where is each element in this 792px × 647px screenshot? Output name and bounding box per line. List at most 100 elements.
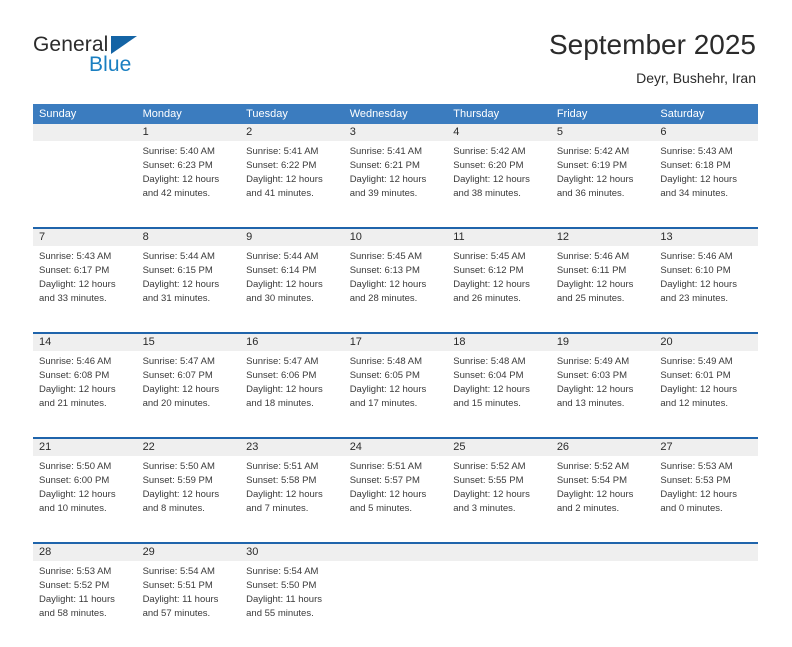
day-detail-lines: Sunrise: 5:52 AM Sunset: 5:54 PM Daylight:…	[551, 456, 655, 516]
day-detail-line: and 28 minutes.	[349, 293, 418, 304]
day-number[interactable]: 29	[137, 544, 241, 561]
calendar-day-cell[interactable]: Sunrise: 5:54 AM Sunset: 5:50 PM Daylight:…	[240, 561, 344, 647]
day-number[interactable]: 23	[240, 439, 344, 456]
day-number[interactable]: 8	[137, 229, 241, 246]
logo-text-blue: Blue	[89, 53, 132, 76]
weekday-header-friday: Friday	[556, 108, 588, 120]
day-number[interactable]: 1	[137, 124, 241, 141]
day-number[interactable]: 2	[240, 124, 344, 141]
day-detail-line: Sunset: 6:05 PM	[349, 370, 420, 381]
calendar-day-cell[interactable]: Sunrise: 5:50 AM Sunset: 5:59 PM Daylight:…	[137, 456, 241, 542]
day-number[interactable]: 21	[33, 439, 137, 456]
calendar-day-cell[interactable]: Sunrise: 5:42 AM Sunset: 6:20 PM Daylight:…	[447, 141, 551, 227]
day-detail-line: Sunrise: 5:43 AM	[660, 146, 733, 157]
day-detail-line: and 33 minutes.	[39, 293, 107, 304]
calendar-day-cell[interactable]: Sunrise: 5:50 AM Sunset: 6:00 PM Daylight:…	[33, 456, 137, 542]
day-number[interactable]: 7	[33, 229, 137, 246]
day-detail-line: and 26 minutes.	[453, 293, 521, 304]
calendar-day-cell[interactable]: Sunrise: 5:46 AM Sunset: 6:11 PM Daylight:…	[551, 246, 655, 332]
calendar-day-cell[interactable]: Sunrise: 5:47 AM Sunset: 6:07 PM Daylight:…	[137, 351, 241, 437]
day-detail-lines: Sunrise: 5:43 AM Sunset: 6:18 PM Daylight:…	[654, 141, 758, 201]
calendar-day-cell[interactable]: Sunrise: 5:54 AM Sunset: 5:51 PM Daylight:…	[137, 561, 241, 647]
calendar-day-cell[interactable]: Sunrise: 5:49 AM Sunset: 6:01 PM Daylight:…	[654, 351, 758, 437]
calendar-day-cell[interactable]: Sunrise: 5:44 AM Sunset: 6:14 PM Daylight:…	[240, 246, 344, 332]
calendar-day-cell[interactable]: Sunrise: 5:47 AM Sunset: 6:06 PM Daylight:…	[240, 351, 344, 437]
calendar-day-cell-empty	[344, 561, 448, 647]
day-number[interactable]: 13	[654, 229, 758, 246]
day-detail-lines: Sunrise: 5:43 AM Sunset: 6:17 PM Daylight:…	[33, 246, 137, 306]
calendar-day-cell[interactable]: Sunrise: 5:41 AM Sunset: 6:22 PM Daylight:…	[240, 141, 344, 227]
day-detail-lines: Sunrise: 5:46 AM Sunset: 6:10 PM Daylight:…	[654, 246, 758, 306]
day-number[interactable]: 10	[344, 229, 448, 246]
day-detail-line: Daylight: 12 hours	[453, 279, 530, 290]
calendar-day-cell[interactable]: Sunrise: 5:45 AM Sunset: 6:13 PM Daylight:…	[344, 246, 448, 332]
day-number[interactable]: 20	[654, 334, 758, 351]
day-detail-line: Daylight: 11 hours	[39, 594, 115, 605]
day-number[interactable]: 18	[447, 334, 551, 351]
day-number[interactable]: 26	[551, 439, 655, 456]
day-number[interactable]: 9	[240, 229, 344, 246]
day-number[interactable]: 30	[240, 544, 344, 561]
day-number[interactable]: 3	[344, 124, 448, 141]
day-number[interactable]: 27	[654, 439, 758, 456]
calendar-day-cell[interactable]: Sunrise: 5:49 AM Sunset: 6:03 PM Daylight:…	[551, 351, 655, 437]
day-detail-lines: Sunrise: 5:54 AM Sunset: 5:50 PM Daylight:…	[240, 561, 344, 621]
day-detail-line: Daylight: 12 hours	[660, 489, 737, 500]
day-number[interactable]: 19	[551, 334, 655, 351]
calendar-day-cell[interactable]: Sunrise: 5:51 AM Sunset: 5:57 PM Daylight:…	[344, 456, 448, 542]
day-number[interactable]: 22	[137, 439, 241, 456]
calendar-day-cell-empty	[447, 561, 551, 647]
calendar-day-cell[interactable]: Sunrise: 5:53 AM Sunset: 5:53 PM Daylight:…	[654, 456, 758, 542]
day-detail-line: Sunrise: 5:43 AM	[39, 251, 112, 262]
day-detail-line: Sunset: 5:51 PM	[142, 580, 213, 591]
calendar-day-cell[interactable]: Sunrise: 5:43 AM Sunset: 6:18 PM Daylight:…	[654, 141, 758, 227]
day-number[interactable]: 24	[344, 439, 448, 456]
day-detail-line: and 12 minutes.	[660, 398, 728, 409]
day-number[interactable]: 5	[551, 124, 655, 141]
day-detail-lines: Sunrise: 5:47 AM Sunset: 6:07 PM Daylight:…	[137, 351, 241, 411]
calendar-day-cell[interactable]: Sunrise: 5:52 AM Sunset: 5:54 PM Daylight:…	[551, 456, 655, 542]
calendar-week-row: 28 29 30 Sunrise: 5:53 AM Sunset: 5:52 PM Day…	[33, 542, 758, 647]
day-number[interactable]: 25	[447, 439, 551, 456]
day-detail-line: and 25 minutes.	[556, 293, 625, 304]
day-detail-line: Sunrise: 5:48 AM	[349, 356, 423, 367]
day-number[interactable]: 14	[33, 334, 137, 351]
day-detail-line: and 8 minutes.	[142, 503, 205, 514]
day-number[interactable]: 6	[654, 124, 758, 141]
day-number[interactable]: 16	[240, 334, 344, 351]
general-blue-logo[interactable]: General Blue	[33, 33, 233, 85]
day-detail-line: and 3 minutes.	[453, 503, 516, 514]
day-number[interactable]: 11	[447, 229, 551, 246]
day-detail-lines: Sunrise: 5:51 AM Sunset: 5:57 PM Daylight:…	[344, 456, 448, 516]
day-number[interactable]: 15	[137, 334, 241, 351]
day-detail-line: and 58 minutes.	[39, 608, 107, 619]
day-detail-line: Daylight: 12 hours	[453, 489, 530, 500]
day-detail-line: Sunset: 5:53 PM	[660, 475, 731, 486]
calendar-day-cell[interactable]: Sunrise: 5:48 AM Sunset: 6:05 PM Daylight:…	[344, 351, 448, 437]
day-number[interactable]: 17	[344, 334, 448, 351]
day-detail-line: Sunset: 6:01 PM	[660, 370, 731, 381]
calendar-day-cell[interactable]: Sunrise: 5:53 AM Sunset: 5:52 PM Daylight:…	[33, 561, 137, 647]
calendar-day-cell[interactable]: Sunrise: 5:45 AM Sunset: 6:12 PM Daylight:…	[447, 246, 551, 332]
day-number[interactable]: 12	[551, 229, 655, 246]
calendar-day-cell[interactable]: Sunrise: 5:43 AM Sunset: 6:17 PM Daylight:…	[33, 246, 137, 332]
day-detail-line: and 41 minutes.	[246, 188, 314, 199]
calendar-day-cell[interactable]: Sunrise: 5:52 AM Sunset: 5:55 PM Daylight:…	[447, 456, 551, 542]
day-detail-line: Sunrise: 5:41 AM	[349, 146, 423, 157]
day-detail-line: Sunset: 5:55 PM	[453, 475, 524, 486]
day-detail-line: Sunset: 5:50 PM	[246, 580, 317, 591]
day-number[interactable]: 4	[447, 124, 551, 141]
calendar-day-cell[interactable]: Sunrise: 5:40 AM Sunset: 6:23 PM Daylight:…	[137, 141, 241, 227]
weekday-header-monday: Monday	[142, 108, 182, 120]
calendar-day-cell[interactable]: Sunrise: 5:51 AM Sunset: 5:58 PM Daylight:…	[240, 456, 344, 542]
calendar-day-cell[interactable]: Sunrise: 5:46 AM Sunset: 6:08 PM Daylight:…	[33, 351, 137, 437]
calendar-day-cell[interactable]: Sunrise: 5:42 AM Sunset: 6:19 PM Daylight:…	[551, 141, 655, 227]
calendar-day-cell[interactable]: Sunrise: 5:48 AM Sunset: 6:04 PM Daylight:…	[447, 351, 551, 437]
day-detail-line: and 42 minutes.	[142, 188, 211, 199]
calendar-day-cell[interactable]: Sunrise: 5:41 AM Sunset: 6:21 PM Daylight:…	[344, 141, 448, 227]
calendar-day-cell[interactable]: Sunrise: 5:44 AM Sunset: 6:15 PM Daylight:…	[137, 246, 241, 332]
day-detail-lines: Sunrise: 5:49 AM Sunset: 6:01 PM Daylight:…	[654, 351, 758, 411]
day-number[interactable]: 28	[33, 544, 137, 561]
calendar-day-cell[interactable]: Sunrise: 5:46 AM Sunset: 6:10 PM Daylight:…	[654, 246, 758, 332]
calendar-day-cells: Sunrise: 5:53 AM Sunset: 5:52 PM Daylight:…	[33, 561, 758, 647]
